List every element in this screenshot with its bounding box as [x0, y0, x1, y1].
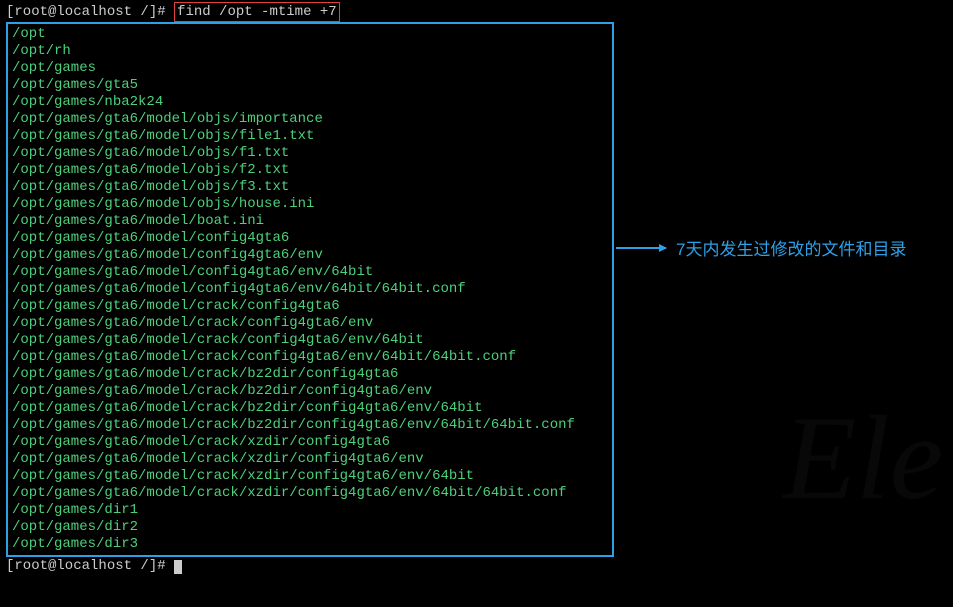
output-line: /opt/games/dir3 [12, 536, 608, 553]
output-line: /opt/games/nba2k24 [12, 94, 608, 111]
output-line: /opt/games/gta6/model/crack/config4gta6/… [12, 349, 608, 366]
next-prompt-line[interactable]: [root@localhost /]# [6, 557, 947, 575]
cursor [174, 560, 182, 574]
output-line: /opt/games/gta6/model/config4gta6/env [12, 247, 608, 264]
output-highlight-box: /opt/opt/rh/opt/games/opt/games/gta5/opt… [6, 22, 614, 557]
output-line: /opt/games/gta6/model/crack/bz2dir/confi… [12, 400, 608, 417]
output-line: /opt/games/gta6/model/crack/xzdir/config… [12, 485, 608, 502]
prompt-prefix: [root@localhost /]# [6, 4, 166, 20]
output-line: /opt/games/gta6/model/objs/house.ini [12, 196, 608, 213]
output-line: /opt/games/gta6/model/config4gta6/env/64… [12, 281, 608, 298]
output-line: /opt/games/gta6/model/boat.ini [12, 213, 608, 230]
output-line: /opt/games/gta5 [12, 77, 608, 94]
output-line: /opt/games/gta6/model/crack/bz2dir/confi… [12, 383, 608, 400]
output-line: /opt/games/gta6/model/crack/config4gta6 [12, 298, 608, 315]
command-highlight-box: find /opt -mtime +7 [174, 2, 340, 22]
output-line: /opt/games/gta6/model/objs/f3.txt [12, 179, 608, 196]
terminal-window[interactable]: [root@localhost /]# find /opt -mtime +7 … [0, 0, 953, 607]
output-line: /opt/games/gta6/model/objs/importance [12, 111, 608, 128]
output-line: /opt/rh [12, 43, 608, 60]
annotation: 7天内发生过修改的文件和目录 [616, 235, 906, 260]
output-line: /opt/games/gta6/model/crack/xzdir/config… [12, 434, 608, 451]
output-line: /opt/games/gta6/model/config4gta6 [12, 230, 608, 247]
output-line: /opt/games/gta6/model/crack/xzdir/config… [12, 451, 608, 468]
prompt-prefix-2: [root@localhost /]# [6, 558, 166, 574]
annotation-text: 7天内发生过修改的文件和目录 [676, 235, 906, 260]
output-line: /opt/games/gta6/model/crack/bz2dir/confi… [12, 366, 608, 383]
watermark: Ele [783, 389, 943, 527]
command-prompt-line: [root@localhost /]# find /opt -mtime +7 [6, 2, 947, 22]
annotation-arrow [616, 247, 666, 249]
output-line: /opt/games/gta6/model/crack/bz2dir/confi… [12, 417, 608, 434]
output-line: /opt [12, 26, 608, 43]
output-line: /opt/games/gta6/model/crack/config4gta6/… [12, 315, 608, 332]
output-line: /opt/games [12, 60, 608, 77]
output-line: /opt/games/gta6/model/objs/f1.txt [12, 145, 608, 162]
output-line: /opt/games/gta6/model/crack/xzdir/config… [12, 468, 608, 485]
output-line: /opt/games/gta6/model/crack/config4gta6/… [12, 332, 608, 349]
output-line: /opt/games/gta6/model/config4gta6/env/64… [12, 264, 608, 281]
output-line: /opt/games/dir1 [12, 502, 608, 519]
command-text: find /opt -mtime +7 [177, 4, 337, 20]
output-line: /opt/games/gta6/model/objs/file1.txt [12, 128, 608, 145]
output-line: /opt/games/gta6/model/objs/f2.txt [12, 162, 608, 179]
output-line: /opt/games/dir2 [12, 519, 608, 536]
